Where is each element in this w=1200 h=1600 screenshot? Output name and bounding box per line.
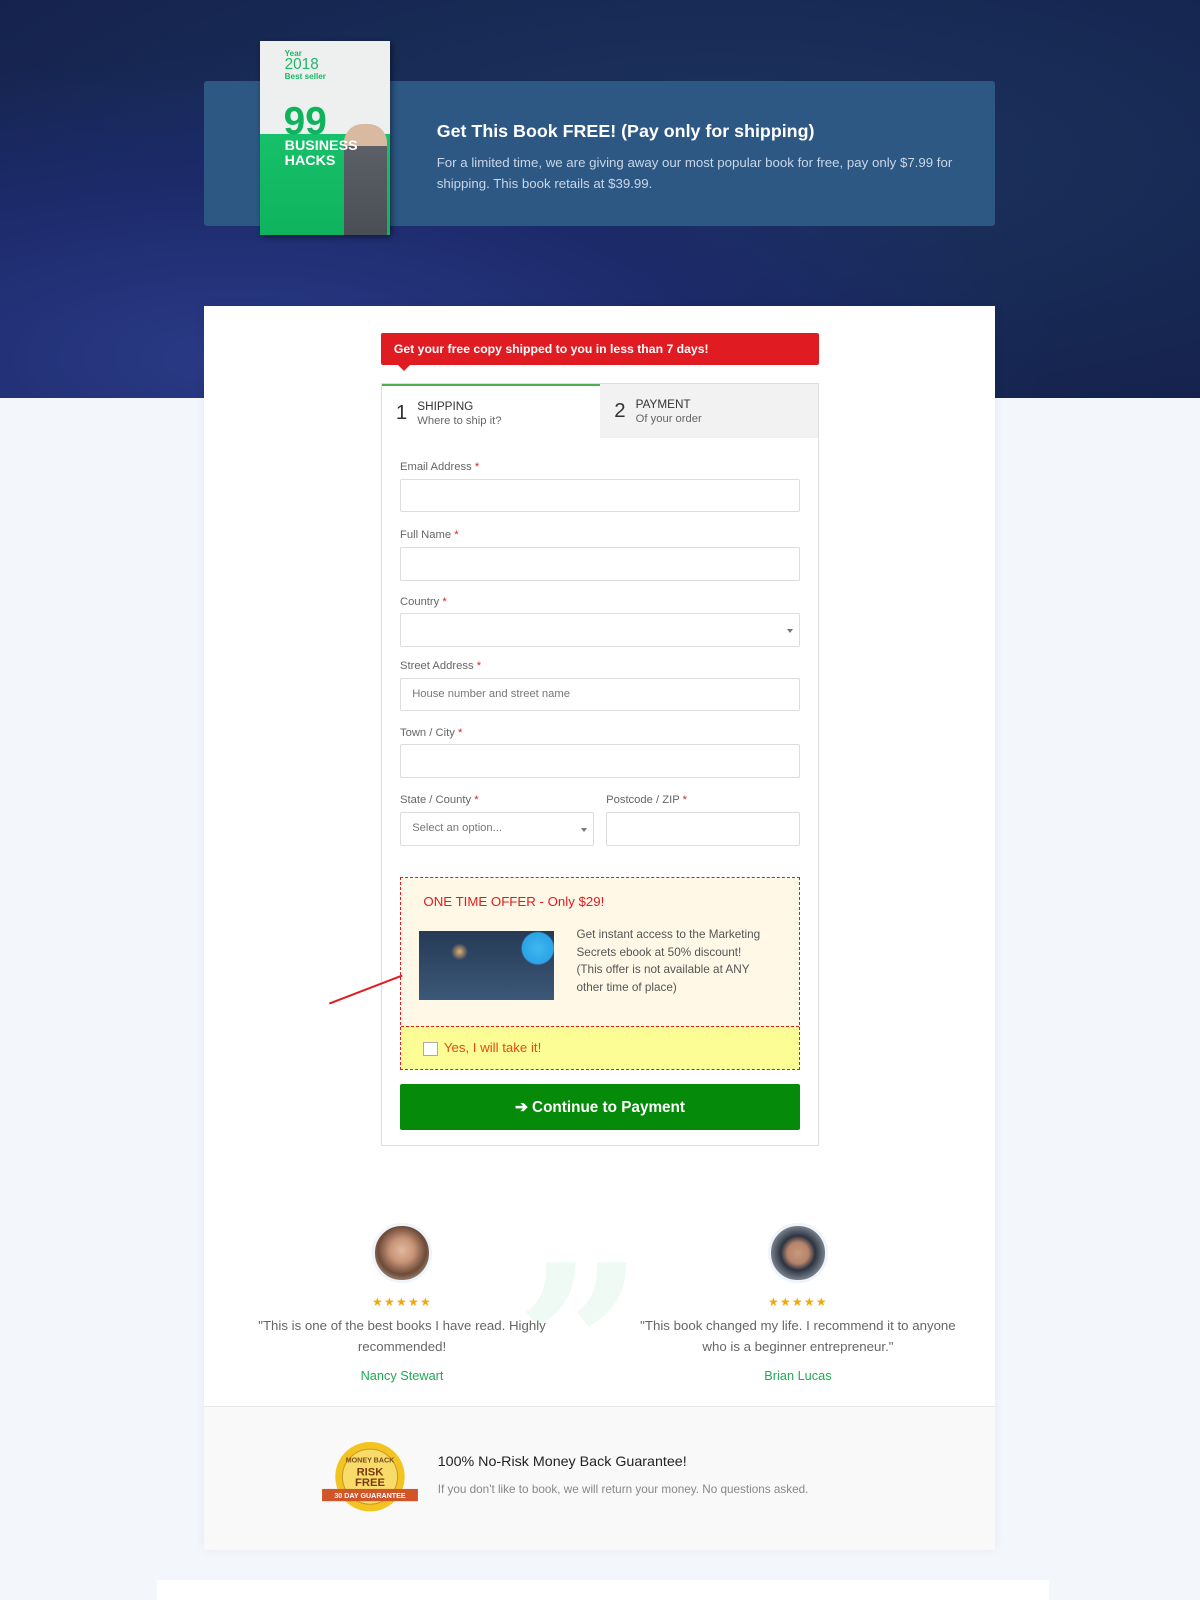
street-label: Street Address * [399, 660, 482, 673]
svg-text:30 DAY GUARANTEE: 30 DAY GUARANTEE [335, 1492, 407, 1500]
city-field[interactable] [399, 743, 800, 778]
footer-panel [157, 1579, 1049, 1600]
country-label: Country * [399, 595, 447, 608]
book-cover-image: Year 2018 Best seller 99 BUSINESS HACKS [260, 40, 390, 235]
money-back-seal-icon: MONEY BACK RISK FREE 30 DAY GUARANTEE [322, 1441, 419, 1512]
guarantee-section: MONEY BACK RISK FREE 30 DAY GUARANTEE 10… [204, 1406, 995, 1550]
step-subtitle: Where to ship it? [417, 415, 502, 428]
step-number: 2 [614, 399, 626, 422]
promo-description: For a limited time, we are giving away o… [436, 155, 953, 192]
step-title: SHIPPING [417, 399, 474, 413]
book-badge: Best seller [284, 72, 326, 82]
city-label: Town / City * [399, 726, 463, 739]
step-subtitle: Of your order [635, 413, 702, 426]
promo-title: Get This Book FREE! (Pay only for shippi… [436, 121, 815, 142]
shipping-notice: Get your free copy shipped to you in les… [380, 332, 820, 372]
testimonial-name: Brian Lucas [764, 1368, 832, 1384]
full-name-label: Full Name * [399, 528, 459, 541]
svg-text:FREE: FREE [355, 1477, 385, 1489]
offer-accept[interactable]: Yes, I will take it! [400, 1025, 799, 1070]
svg-text:MONEY BACK: MONEY BACK [346, 1456, 395, 1464]
testimonial-quote: "This book changed my life. I recommend … [640, 1317, 956, 1355]
street-address-field[interactable]: House number and street name [399, 677, 800, 712]
continue-label: Continue to Payment [532, 1098, 685, 1116]
chevron-down-icon [580, 827, 587, 835]
testimonial-quote: "This is one of the best books I have re… [258, 1317, 546, 1355]
star-rating: ★★★★★ [372, 1294, 432, 1309]
testimonial-name: Nancy Stewart [360, 1368, 444, 1384]
state-label: State / County * [399, 793, 479, 806]
book-year: 2018 [284, 56, 319, 74]
tab-shipping[interactable]: 1 SHIPPING Where to ship it? [381, 383, 600, 438]
step-number: 1 [395, 401, 408, 424]
chevron-down-icon [786, 628, 793, 636]
testimonial: ★★★★★ "This book changed my life. I reco… [630, 1223, 967, 1383]
offer-ebook-image [419, 930, 555, 1000]
tab-payment[interactable]: 2 PAYMENT Of your order [599, 383, 819, 438]
continue-to-payment-button[interactable]: ➔ Continue to Payment [399, 1083, 800, 1130]
offer-title: ONE TIME OFFER - Only $29! [423, 893, 605, 909]
country-select[interactable] [399, 613, 800, 647]
guarantee-title: 100% No-Risk Money Back Guarantee! [437, 1454, 687, 1471]
postcode-field[interactable] [606, 812, 800, 846]
offer-checkbox-label[interactable]: Yes, I will take it! [444, 1040, 541, 1055]
one-time-offer: ONE TIME OFFER - Only $29! Get instant a… [399, 876, 800, 1071]
star-rating: ★★★★★ [767, 1294, 828, 1309]
testimonial: ★★★★★ "This is one of the best books I h… [234, 1223, 571, 1383]
email-field[interactable] [399, 478, 800, 513]
state-select[interactable]: Select an option... [399, 812, 594, 846]
book-title: BUSINESS HACKS [284, 137, 358, 170]
arrow-right-icon: ➔ [514, 1098, 528, 1116]
email-label: Email Address * [399, 461, 480, 474]
guarantee-text: If you don't like to book, we will retur… [437, 1482, 809, 1496]
avatar [768, 1223, 828, 1283]
offer-description: Get instant access to the Marketing Secr… [576, 928, 761, 994]
full-name-field[interactable] [399, 546, 800, 581]
postcode-label: Postcode / ZIP * [606, 793, 687, 806]
avatar [372, 1223, 432, 1283]
step-title: PAYMENT [635, 397, 691, 411]
offer-checkbox[interactable] [423, 1041, 438, 1057]
